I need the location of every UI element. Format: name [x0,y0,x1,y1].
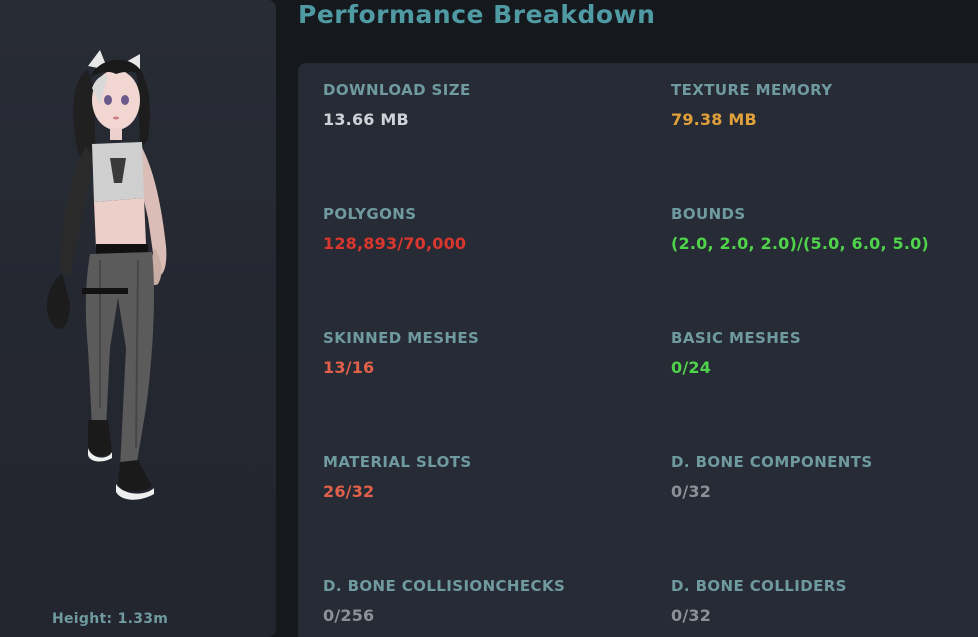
performance-panel: Performance Breakdown DOWNLOAD SIZE 13.6… [276,0,978,637]
stat-material-slots: MATERIAL SLOTS 26/32 [323,453,472,501]
stat-value: 0/256 [323,606,375,625]
avatar-height-label: Height: 1.33m [52,611,169,627]
avatar-model-image [46,50,167,500]
page-title: Performance Breakdown [298,0,656,29]
avatar-preview-panel: Height: 1.33m [0,0,276,637]
stat-label: DOWNLOAD SIZE [323,81,471,99]
stat-label: POLYGONS [323,205,417,223]
stat-label: D. BONE COLLISIONCHECKS [323,577,566,595]
stat-dynamic-bone-colliders: D. BONE COLLIDERS 0/32 [671,577,847,625]
stat-value: 0/32 [671,606,712,625]
stat-label: BOUNDS [671,205,746,223]
stat-value: 0/32 [671,482,712,501]
stat-label: SKINNED MESHES [323,329,480,347]
stat-value: 128,893/70,000 [323,234,467,253]
stat-value: 13.66 MB [323,110,409,129]
stat-label: MATERIAL SLOTS [323,453,472,471]
stat-basic-meshes: BASIC MESHES 0/24 [671,329,801,377]
stat-bounds: BOUNDS (2.0, 2.0, 2.0)/(5.0, 6.0, 5.0) [671,205,929,253]
stat-label: BASIC MESHES [671,329,802,347]
stat-skinned-meshes: SKINNED MESHES 13/16 [323,329,479,377]
stat-dynamic-bone-collision-checks: D. BONE COLLISIONCHECKS 0/256 [323,577,565,625]
stat-label: TEXTURE MEMORY [671,81,833,99]
performance-view: Height: 1.33m Performance Breakdown DOWN… [0,0,978,637]
stat-value: 79.38 MB [671,110,757,129]
stat-label: D. BONE COMPONENTS [671,453,873,471]
stat-value: 26/32 [323,482,375,501]
stats-card: DOWNLOAD SIZE 13.66 MB TEXTURE MEMORY 79… [298,63,978,637]
stat-download-size: DOWNLOAD SIZE 13.66 MB [323,81,471,129]
stat-label: D. BONE COLLIDERS [671,577,847,595]
stat-texture-memory: TEXTURE MEMORY 79.38 MB [671,81,833,129]
stat-value: 0/24 [671,358,712,377]
stat-polygons: POLYGONS 128,893/70,000 [323,205,466,253]
stat-dynamic-bone-components: D. BONE COMPONENTS 0/32 [671,453,873,501]
stat-value: (2.0, 2.0, 2.0)/(5.0, 6.0, 5.0) [671,234,929,253]
stat-value: 13/16 [323,358,375,377]
